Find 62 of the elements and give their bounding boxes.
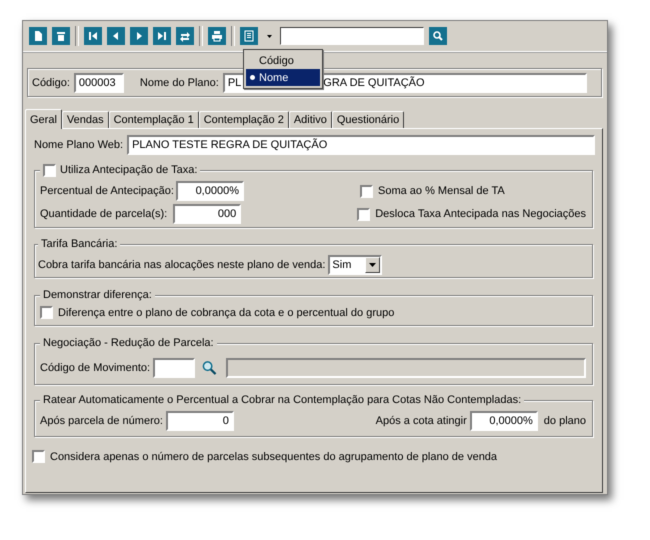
field-label: Nome Plano Web: [34, 139, 124, 151]
first-record-button[interactable] [84, 27, 102, 45]
number-field[interactable]: 0,0000% [176, 181, 244, 201]
dropdown-field[interactable]: Sim [328, 255, 382, 275]
search-button[interactable] [429, 27, 447, 45]
search-icon[interactable] [202, 360, 217, 376]
description-field[interactable] [226, 358, 586, 378]
refresh-icon [179, 30, 191, 42]
search-field[interactable] [280, 27, 424, 45]
refresh-button[interactable] [176, 27, 194, 45]
caret-icon [266, 34, 272, 38]
menu-item[interactable]: Nome [246, 69, 320, 86]
field-label: do plano [544, 415, 586, 427]
field-label: Quantidade de parcela(s): [40, 208, 168, 220]
search-icon [432, 30, 444, 42]
tab[interactable]: Questionário [332, 111, 404, 128]
percent-field[interactable]: 0,0000% [470, 411, 538, 431]
field-label: Após parcela de número: [40, 415, 163, 427]
checkbox[interactable] [32, 450, 45, 463]
last-record-button[interactable] [153, 27, 171, 45]
new-document-button[interactable] [29, 27, 47, 45]
checkbox[interactable] [40, 306, 53, 319]
last-record-icon [156, 30, 168, 42]
caret-icon [369, 263, 376, 267]
tab[interactable]: Vendas [62, 111, 109, 128]
printer-button[interactable] [208, 27, 226, 45]
group-title: Tarifa Bancária: [41, 237, 118, 251]
field-label: Após a cota atingir [376, 415, 467, 427]
checkbox[interactable] [357, 208, 370, 220]
field-label: Nome do Plano: [140, 77, 219, 89]
checkbox-label: Soma ao % Mensal de TA [378, 185, 505, 197]
group-title: Ratear Automaticamente o Percentual a Cobrar na Contemplação para Cotas Não Contempladas: [43, 393, 522, 407]
list-button[interactable] [240, 27, 258, 45]
number-field[interactable]: 0 [166, 411, 234, 431]
field-label: Código: [32, 77, 70, 89]
movement-code-field[interactable] [153, 358, 196, 378]
tab[interactable]: Geral [25, 109, 62, 129]
printer-icon [211, 30, 223, 42]
trash-button[interactable] [52, 27, 70, 45]
checkbox[interactable] [43, 164, 56, 176]
first-record-icon [87, 30, 99, 42]
code-field[interactable]: 000003 [74, 73, 124, 93]
next-button[interactable] [130, 27, 148, 45]
tab[interactable]: Aditivo [288, 111, 332, 128]
field-label: Código de Movimento: [40, 362, 150, 374]
checkbox-label: Diferença entre o plano de cobrança da cota e o percentual do grupo [58, 306, 394, 318]
group-title: Utiliza Antecipação de Taxa: [60, 163, 198, 177]
field-label: Cobra tarifa bancária nas alocações neste plano de venda: [38, 259, 326, 271]
tab[interactable]: Contemplação 2 [198, 111, 289, 128]
tab[interactable]: Contemplação 1 [108, 111, 199, 128]
new-document-icon [32, 30, 44, 42]
checkbox-label: Desloca Taxa Antecipada nas Negociações [375, 208, 586, 220]
checkbox-label: Considera apenas o número de parcelas subsequentes do agrupamento de plano de venda [50, 450, 498, 462]
trash-icon [55, 30, 67, 42]
group-title: Demonstrar diferença: [43, 288, 152, 302]
list-icon [243, 30, 255, 42]
number-field[interactable]: 000 [173, 204, 242, 224]
web-name-field[interactable]: PLANO TESTE REGRA DE QUITAÇÃO [127, 135, 596, 155]
group-title: Negociação - Redução de Parcela: [43, 336, 214, 350]
menu-item[interactable]: Código [246, 52, 320, 69]
checkbox[interactable] [360, 184, 373, 198]
previous-button[interactable] [107, 27, 125, 45]
